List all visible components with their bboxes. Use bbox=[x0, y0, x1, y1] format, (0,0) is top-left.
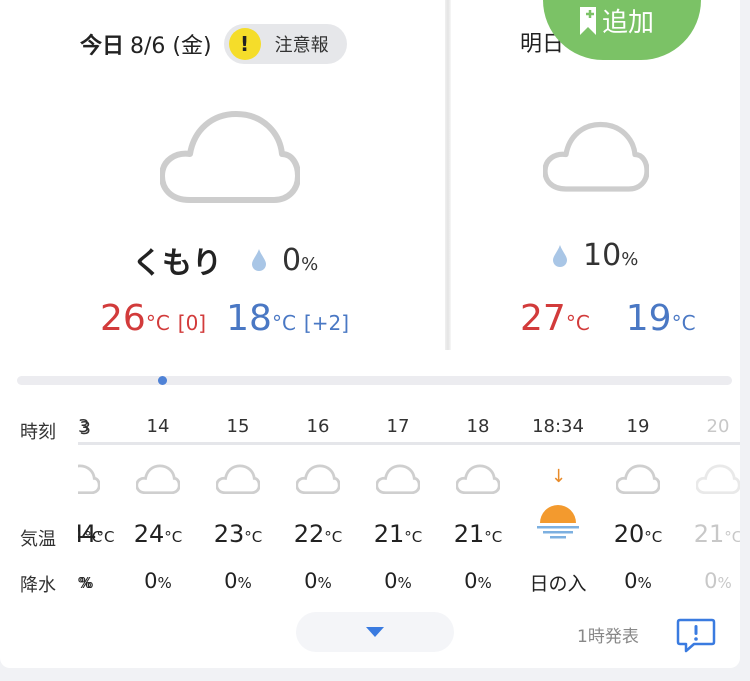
cloud-icon bbox=[616, 464, 660, 494]
cloud-icon bbox=[296, 464, 340, 494]
cloud-icon bbox=[136, 464, 180, 494]
sunset-icon bbox=[537, 505, 579, 539]
sunset-label: 日の入 bbox=[529, 573, 587, 595]
tomorrow-high: 27 bbox=[520, 298, 566, 339]
bookmark-plus-icon bbox=[580, 6, 596, 35]
hour-temp: 21°C bbox=[453, 520, 503, 548]
today-header: 今日 8/6 (金) ! 注意報 bbox=[80, 22, 347, 66]
scrollbar-thumb[interactable] bbox=[158, 376, 167, 385]
add-button-label: 追加 bbox=[602, 8, 655, 38]
today-precip: 0 bbox=[282, 242, 302, 278]
cloud-icon bbox=[696, 464, 740, 494]
sunset-arrow-icon: ↓ bbox=[551, 466, 567, 487]
hour-divider bbox=[72, 442, 740, 445]
hour-time: 15 bbox=[226, 416, 250, 437]
raindrop-icon bbox=[553, 244, 567, 267]
today-date: 8/6 (金) bbox=[130, 34, 212, 59]
issued-time: 1時発表 bbox=[577, 627, 639, 647]
tomorrow-precip: 10 bbox=[583, 238, 622, 273]
today-condition-row: くもり 0% bbox=[132, 238, 318, 282]
expand-button[interactable] bbox=[296, 612, 454, 652]
hour-temp: 20°C bbox=[613, 520, 663, 548]
today-condition: くもり bbox=[132, 246, 222, 281]
time-row-label: 時刻 bbox=[20, 422, 56, 443]
temp-row-label: 気温 bbox=[20, 529, 56, 550]
precip-row-label: 降水 bbox=[20, 575, 56, 596]
tomorrow-low: 19 bbox=[625, 298, 672, 339]
today-label: 今日 bbox=[80, 34, 125, 59]
today-high: 26 bbox=[100, 298, 146, 339]
cloud-icon bbox=[543, 121, 649, 192]
today-high-diff: [0] bbox=[177, 311, 207, 335]
today-temps: 26°C [0] 18°C [+2] bbox=[100, 298, 349, 339]
warning-label: 注意報 bbox=[274, 35, 329, 56]
hourly-scrollbar[interactable] bbox=[17, 376, 732, 385]
hour-time: 17 bbox=[386, 416, 410, 437]
hour-temp: 24°C bbox=[133, 520, 183, 548]
hour-temp: 21°C bbox=[373, 520, 423, 548]
cloud-icon bbox=[216, 464, 260, 494]
hour-temp: 23°C bbox=[213, 520, 263, 548]
raindrop-icon bbox=[252, 249, 266, 271]
hour-time: 16 bbox=[306, 416, 330, 437]
column-divider bbox=[445, 0, 451, 350]
hour-precip: 0% bbox=[384, 569, 412, 593]
hour-precip: 0% bbox=[464, 569, 492, 593]
tomorrow-temps: 27°C 19°C bbox=[520, 298, 696, 339]
hour-precip: 0% bbox=[624, 569, 652, 593]
hour-time: 20 bbox=[706, 416, 730, 437]
tomorrow-precip-row: 10% bbox=[545, 238, 638, 273]
chevron-down-icon bbox=[366, 627, 384, 637]
today-low-diff: [+2] bbox=[303, 311, 349, 335]
hour-time: 19 bbox=[626, 416, 650, 437]
hour-time: 18 bbox=[466, 416, 490, 437]
warning-badge[interactable]: ! 注意報 bbox=[223, 24, 347, 64]
cloud-icon bbox=[376, 464, 420, 494]
cloud-icon bbox=[456, 464, 500, 494]
hour-temp: 21°C bbox=[693, 520, 740, 548]
warning-icon: ! bbox=[228, 28, 261, 60]
add-button[interactable]: 追加 bbox=[543, 0, 701, 60]
hour-precip: 0% bbox=[304, 569, 332, 593]
sunset-time: 18:34 bbox=[532, 416, 584, 437]
feedback-icon[interactable] bbox=[676, 617, 716, 653]
hour-temp: 22°C bbox=[293, 520, 343, 548]
hour-precip: 0% bbox=[224, 569, 252, 593]
hour-precip: 0% bbox=[144, 569, 172, 593]
forecast-card: 今日 8/6 (金) ! 注意報 明日 追加 くもり 0% 10% 26°C [… bbox=[0, 0, 740, 668]
today-low: 18 bbox=[226, 298, 272, 339]
hour-precip: 0% bbox=[704, 569, 732, 593]
clip-mask bbox=[66, 410, 78, 610]
hour-time: 14 bbox=[146, 416, 170, 437]
cloud-icon bbox=[160, 111, 300, 203]
